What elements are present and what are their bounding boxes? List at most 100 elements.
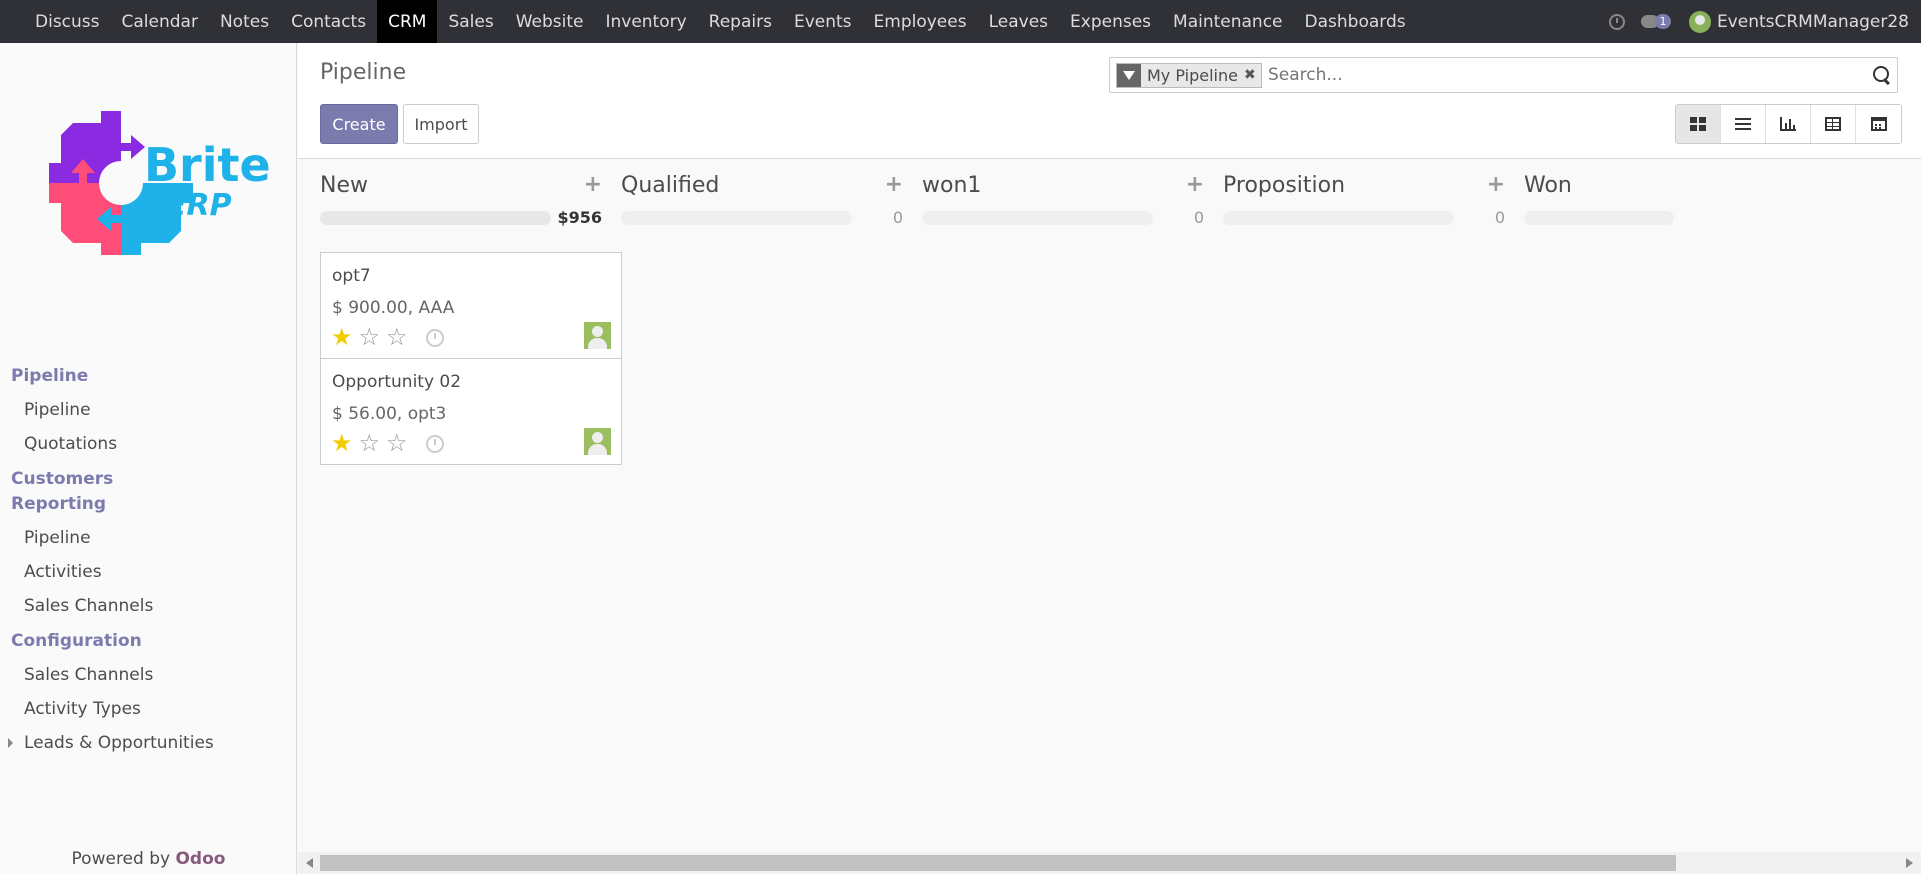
column-header: Qualified +	[599, 160, 903, 212]
salesperson-avatar	[584, 322, 611, 349]
user-avatar	[1688, 10, 1711, 33]
kanban-view-icon	[1690, 117, 1706, 131]
scrollbar-thumb[interactable]	[320, 855, 1676, 871]
app-notes[interactable]: Notes	[209, 0, 280, 43]
odoo-link[interactable]: Odoo	[175, 849, 225, 869]
breadcrumb-title: Pipeline	[320, 60, 407, 85]
app-website[interactable]: Website	[505, 0, 595, 43]
list-view-icon	[1735, 117, 1751, 131]
app-maintenance[interactable]: Maintenance	[1162, 0, 1293, 43]
scroll-left-icon[interactable]	[306, 858, 313, 868]
control-panel: Pipeline Create Import My Pipeline ✖	[298, 43, 1921, 159]
message-count-badge: 1	[1654, 13, 1671, 29]
star-filled-icon[interactable]: ★	[331, 325, 353, 349]
column-title[interactable]: Proposition	[1223, 173, 1345, 198]
kanban-view-button[interactable]	[1676, 105, 1721, 143]
kanban-column-qualified: Qualified + 0	[599, 160, 903, 227]
app-repairs[interactable]: Repairs	[698, 0, 783, 43]
column-title[interactable]: New	[320, 173, 368, 198]
column-header: won1 +	[900, 160, 1204, 212]
app-menu: Discuss Calendar Notes Contacts CRM Sale…	[0, 0, 1417, 43]
column-progressbar	[621, 211, 852, 225]
app-employees[interactable]: Employees	[863, 0, 978, 43]
column-title[interactable]: Won	[1524, 173, 1572, 198]
column-title[interactable]: won1	[922, 173, 981, 198]
filter-icon	[1117, 64, 1141, 87]
menu-section-pipeline[interactable]: Pipeline	[0, 364, 297, 389]
app-contacts[interactable]: Contacts	[280, 0, 377, 43]
column-title[interactable]: Qualified	[621, 173, 719, 198]
priority-stars: ★ ☆ ☆	[331, 325, 408, 349]
pivot-view-button[interactable]	[1811, 105, 1856, 143]
menu-item-config-sales-channels[interactable]: Sales Channels	[0, 658, 297, 692]
search-bar: My Pipeline ✖	[1109, 57, 1898, 93]
column-header: New +	[298, 160, 602, 212]
app-inventory[interactable]: Inventory	[594, 0, 697, 43]
graph-view-icon	[1780, 117, 1796, 131]
menu-item-sales-channels[interactable]: Sales Channels	[0, 589, 297, 623]
menu-item-activities[interactable]: Activities	[0, 555, 297, 589]
menu-section-configuration[interactable]: Configuration	[0, 629, 297, 654]
scroll-right-icon[interactable]	[1906, 858, 1913, 868]
list-view-button[interactable]	[1721, 105, 1766, 143]
activity-clock-icon[interactable]	[426, 435, 444, 453]
view-switcher	[1675, 104, 1902, 144]
kanban-board: New + $956 opt7 $ 900.00, AAA ★ ☆ ☆ Oppo…	[298, 160, 1921, 850]
star-empty-icon[interactable]: ☆	[386, 431, 408, 455]
activity-clock-icon[interactable]	[1608, 13, 1625, 30]
logo-text-erp: ERP	[166, 188, 232, 223]
graph-view-button[interactable]	[1766, 105, 1811, 143]
import-button[interactable]: Import	[403, 104, 479, 144]
menu-item-quotations[interactable]: Quotations	[0, 427, 297, 461]
kanban-column-proposition: Proposition + 0	[1201, 160, 1505, 227]
top-navbar: Discuss Calendar Notes Contacts CRM Sale…	[0, 0, 1921, 43]
calendar-view-button[interactable]	[1856, 105, 1901, 143]
create-button[interactable]: Create	[320, 104, 398, 144]
systray: 1 EventsCRMManager28	[1608, 0, 1921, 43]
star-empty-icon[interactable]: ☆	[386, 325, 408, 349]
search-input[interactable]	[1268, 62, 1848, 88]
salesperson-avatar	[584, 428, 611, 455]
kanban-card[interactable]: opt7 $ 900.00, AAA ★ ☆ ☆	[320, 252, 622, 359]
kanban-card[interactable]: Opportunity 02 $ 56.00, opt3 ★ ☆ ☆	[320, 358, 622, 465]
menu-section-reporting[interactable]: Reporting	[0, 492, 297, 517]
calendar-view-icon	[1870, 117, 1887, 131]
column-progressbar	[1524, 211, 1674, 225]
facet-label: My Pipeline	[1147, 66, 1238, 85]
priority-stars: ★ ☆ ☆	[331, 431, 408, 455]
column-header: Won	[1502, 160, 1806, 212]
card-name: Opportunity 02	[332, 372, 462, 392]
horizontal-scrollbar[interactable]	[298, 852, 1921, 874]
messages-icon[interactable]: 1	[1640, 12, 1673, 32]
app-dashboards[interactable]: Dashboards	[1294, 0, 1417, 43]
column-progressbar	[320, 211, 551, 225]
remove-facet-icon[interactable]: ✖	[1244, 64, 1261, 87]
app-expenses[interactable]: Expenses	[1059, 0, 1162, 43]
card-amount: $ 900.00, AAA	[332, 298, 455, 318]
menu-item-reporting-pipeline[interactable]: Pipeline	[0, 521, 297, 555]
menu-section-customers[interactable]: Customers	[0, 467, 297, 492]
app-crm[interactable]: CRM	[377, 0, 438, 43]
kanban-column-won1: won1 + 0	[900, 160, 1204, 227]
sidebar: Brite ERP Pipeline Pipeline Quotations C…	[0, 43, 297, 874]
brite-erp-logo: Brite ERP	[36, 98, 271, 268]
menu-item-leads-opportunities[interactable]: Leads & Opportunities	[0, 726, 297, 760]
app-sales[interactable]: Sales	[437, 0, 504, 43]
activity-clock-icon[interactable]	[426, 329, 444, 347]
search-zoom-icon[interactable]	[1873, 66, 1891, 84]
app-leaves[interactable]: Leaves	[978, 0, 1059, 43]
star-empty-icon[interactable]: ☆	[359, 325, 381, 349]
star-filled-icon[interactable]: ★	[331, 431, 353, 455]
pivot-view-icon	[1825, 117, 1841, 131]
app-discuss[interactable]: Discuss	[24, 0, 111, 43]
menu-item-pipeline[interactable]: Pipeline	[0, 393, 297, 427]
logo-text-brite: Brite	[144, 138, 271, 192]
user-menu[interactable]: EventsCRMManager28	[1688, 10, 1909, 33]
kanban-column-won: Won	[1502, 160, 1806, 225]
column-header: Proposition +	[1201, 160, 1505, 212]
column-cards: opt7 $ 900.00, AAA ★ ☆ ☆ Opportunity 02 …	[320, 252, 622, 465]
menu-item-activity-types[interactable]: Activity Types	[0, 692, 297, 726]
app-calendar[interactable]: Calendar	[111, 0, 209, 43]
star-empty-icon[interactable]: ☆	[359, 431, 381, 455]
app-events[interactable]: Events	[783, 0, 863, 43]
